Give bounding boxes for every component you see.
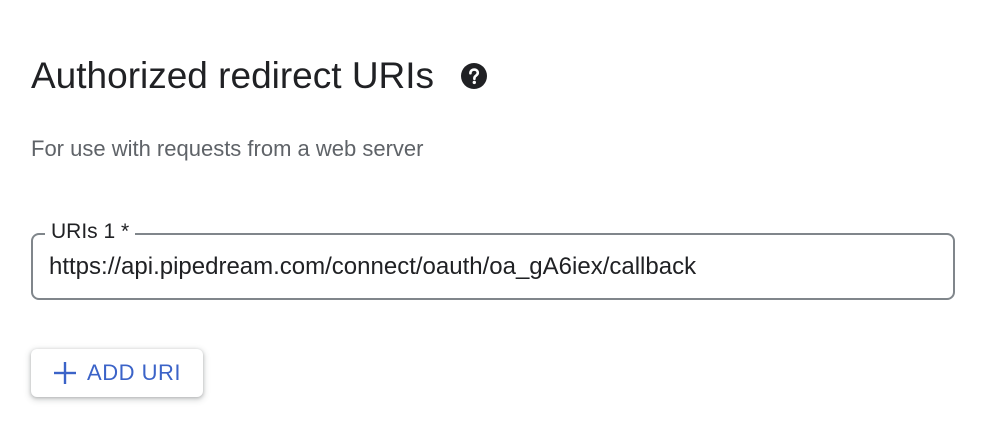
section-header: Authorized redirect URIs [31, 52, 488, 100]
add-uri-button[interactable]: ADD URI [31, 349, 203, 397]
uri-input[interactable] [49, 252, 929, 282]
plus-icon [53, 361, 77, 385]
section-subtitle: For use with requests from a web server [31, 136, 424, 161]
uri-field-label: URIs 1 * [45, 218, 136, 246]
section-title: Authorized redirect URIs [31, 55, 435, 96]
help-circle-icon[interactable] [460, 62, 488, 90]
add-uri-label: ADD URI [87, 360, 181, 385]
uri-field[interactable]: URIs 1 * [31, 218, 955, 300]
